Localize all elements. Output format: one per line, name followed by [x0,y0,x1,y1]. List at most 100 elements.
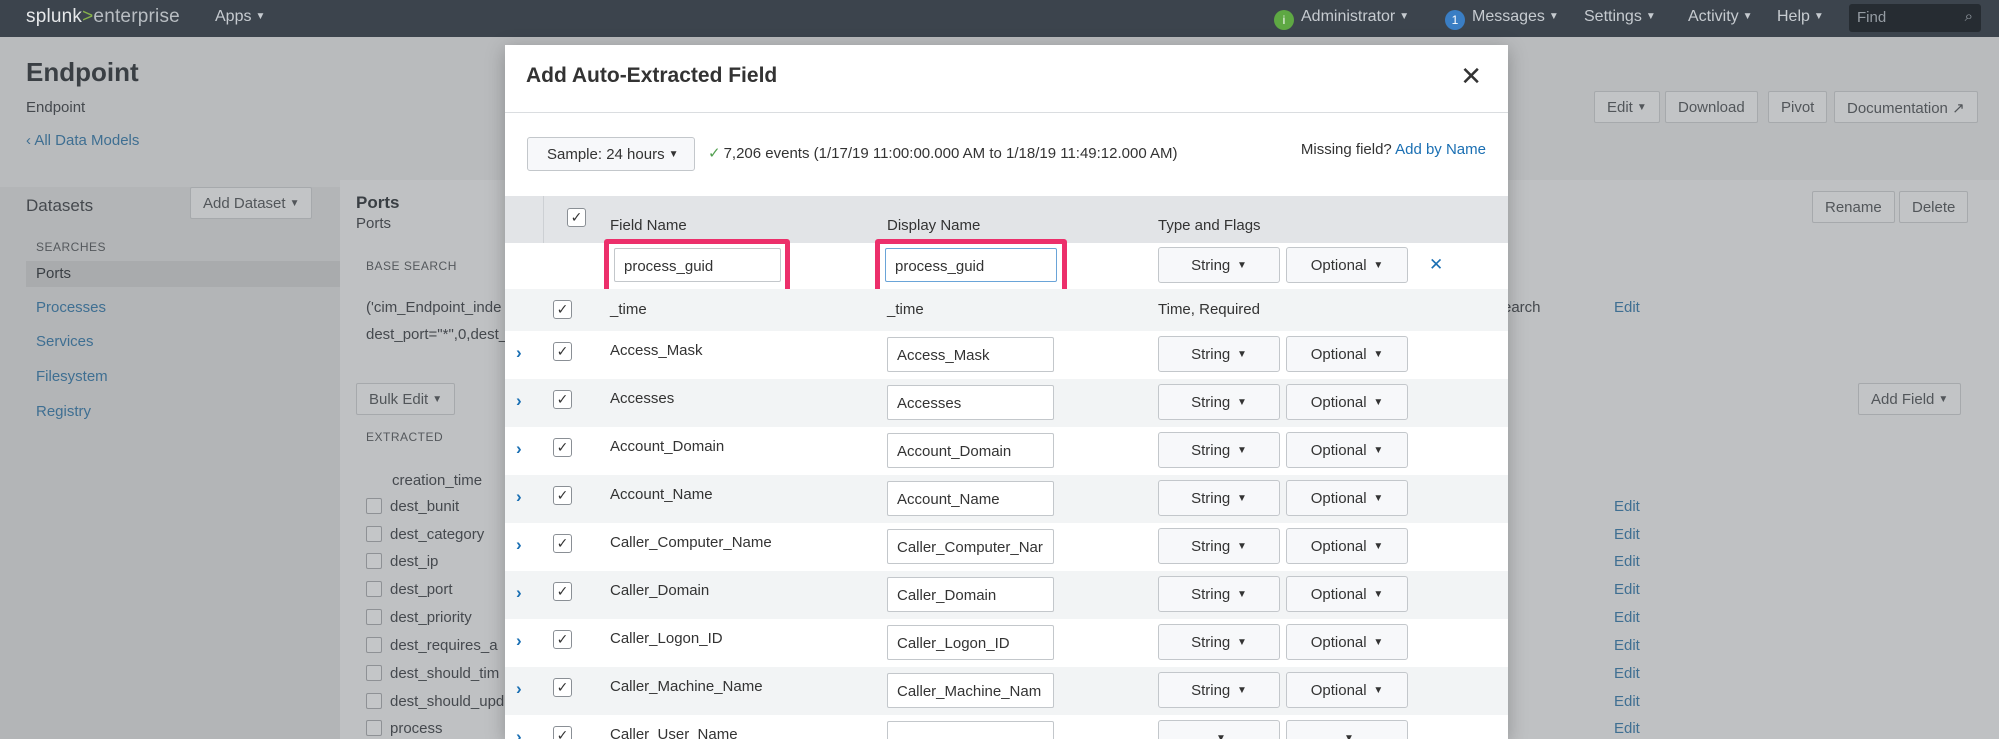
type-dropdown[interactable]: String ▼ [1158,336,1280,372]
sample-dropdown[interactable]: Sample: 24 hours ▼ [527,137,695,171]
display-name-input[interactable]: Accesses [887,385,1054,420]
time-field-checkbox[interactable]: ✓ [553,300,572,319]
type-dropdown[interactable]: String ▼ [1158,528,1280,564]
bg-field-row[interactable]: dest_ip [366,553,438,570]
bg-field-checkbox[interactable] [366,498,382,514]
type-dropdown[interactable]: String ▼ [1158,576,1280,612]
chevron-right-icon[interactable]: › [516,439,522,459]
flag-dropdown[interactable]: ▼ [1286,720,1408,739]
dataset-item-filesystem[interactable]: Filesystem [36,368,108,385]
bg-field-edit-link[interactable]: Edit [1614,526,1640,543]
edit-button[interactable]: Edit ▼ [1594,91,1660,123]
add-field-button[interactable]: Add Field ▼ [1858,383,1962,415]
bg-field-edit-link[interactable]: Edit [1614,581,1640,598]
rename-button[interactable]: Rename [1812,191,1895,223]
apps-menu[interactable]: Apps ▼ [215,8,265,26]
display-name-input[interactable]: Caller_Machine_Nam [887,673,1054,708]
row-checkbox[interactable]: ✓ [553,342,572,361]
flag-dropdown[interactable]: Optional ▼ [1286,528,1408,564]
bg-field-row[interactable]: dest_port [366,581,453,598]
bg-field-row[interactable]: process [366,720,443,737]
chevron-right-icon[interactable]: › [516,535,522,555]
bg-field-row[interactable]: dest_should_tim [366,665,499,682]
bg-field-row[interactable]: dest_should_upd [366,693,504,710]
flag-dropdown[interactable]: Optional ▼ [1286,336,1408,372]
dataset-item-registry[interactable]: Registry [36,403,91,420]
bg-field-edit-link[interactable]: Edit [1614,720,1640,737]
row-checkbox[interactable]: ✓ [553,630,572,649]
dataset-item-services[interactable]: Services [36,333,94,350]
row-checkbox[interactable]: ✓ [553,486,572,505]
messages-menu[interactable]: 1 Messages ▼ [1445,8,1559,30]
chevron-right-icon[interactable]: › [516,727,522,739]
bg-field-checkbox[interactable] [366,637,382,653]
bg-field-edit-link[interactable]: Edit [1614,665,1640,682]
bg-field-edit-link[interactable]: Edit [1614,637,1640,654]
chevron-right-icon[interactable]: › [516,391,522,411]
row-checkbox[interactable]: ✓ [553,390,572,409]
edit-search-link[interactable]: Edit [1614,299,1640,316]
row-checkbox[interactable]: ✓ [553,678,572,697]
back-link[interactable]: ‹ All Data Models [26,132,139,150]
flag-dropdown[interactable]: Optional ▼ [1286,384,1408,420]
bg-field-checkbox[interactable] [366,609,382,625]
bg-field-checkbox[interactable] [366,665,382,681]
chevron-right-icon[interactable]: › [516,631,522,651]
flag-dropdown[interactable]: Optional ▼ [1286,624,1408,660]
row-checkbox[interactable]: ✓ [553,438,572,457]
new-field-flag-dropdown[interactable]: Optional ▼ [1286,247,1408,283]
bulk-edit-button[interactable]: Bulk Edit ▼ [356,383,456,415]
row-checkbox[interactable]: ✓ [553,534,572,553]
type-dropdown[interactable]: String ▼ [1158,432,1280,468]
bg-field-edit-link[interactable]: Edit [1614,609,1640,626]
display-name-input[interactable]: Access_Mask [887,337,1054,372]
row-checkbox[interactable]: ✓ [553,582,572,601]
row-checkbox[interactable]: ✓ [553,726,572,739]
bg-field-row[interactable]: dest_requires_a [366,637,498,654]
bg-field-checkbox[interactable] [366,693,382,709]
help-menu[interactable]: Help ▼ [1777,8,1824,26]
type-dropdown[interactable]: String ▼ [1158,624,1280,660]
bg-field-checkbox[interactable] [366,720,382,736]
add-dataset-button[interactable]: Add Dataset ▼ [190,187,313,219]
chevron-right-icon[interactable]: › [516,679,522,699]
dataset-item-ports-selected[interactable] [26,261,340,287]
activity-menu[interactable]: Activity ▼ [1688,8,1753,26]
bg-field-checkbox[interactable] [366,526,382,542]
bg-field-row[interactable]: dest_category [366,526,484,543]
delete-button[interactable]: Delete [1899,191,1969,223]
settings-menu[interactable]: Settings ▼ [1584,8,1656,26]
bg-field-edit-link[interactable]: Edit [1614,498,1640,515]
display-name-input[interactable]: Caller_Computer_Nar [887,529,1054,564]
display-name-input[interactable]: Caller_Logon_ID [887,625,1054,660]
bg-field-row[interactable]: dest_priority [366,609,472,626]
download-button[interactable]: Download [1665,91,1758,123]
documentation-button[interactable]: Documentation ↗ [1834,91,1978,123]
add-by-name-link[interactable]: Add by Name [1395,141,1486,158]
flag-dropdown[interactable]: Optional ▼ [1286,480,1408,516]
flag-dropdown[interactable]: Optional ▼ [1286,576,1408,612]
type-dropdown[interactable]: String ▼ [1158,384,1280,420]
close-icon[interactable]: ✕ [1460,63,1482,89]
find-input[interactable]: Find ⌕ [1849,4,1981,32]
flag-dropdown[interactable]: Optional ▼ [1286,432,1408,468]
type-dropdown[interactable]: String ▼ [1158,672,1280,708]
chevron-right-icon[interactable]: › [516,487,522,507]
new-field-type-dropdown[interactable]: String ▼ [1158,247,1280,283]
bg-field-checkbox[interactable] [366,553,382,569]
new-field-name-input[interactable]: process_guid [614,248,781,282]
dataset-item-ports[interactable]: Ports [36,265,71,282]
type-dropdown[interactable]: ▼ [1158,720,1280,739]
flag-dropdown[interactable]: Optional ▼ [1286,672,1408,708]
chevron-right-icon[interactable]: › [516,343,522,363]
dataset-item-processes[interactable]: Processes [36,299,106,316]
display-name-input[interactable]: Account_Domain [887,433,1054,468]
administrator-menu[interactable]: i Administrator ▼ [1274,8,1409,30]
remove-new-field-icon[interactable]: ✕ [1429,255,1443,275]
select-all-checkbox[interactable]: ✓ [567,208,586,227]
pivot-button[interactable]: Pivot [1768,91,1828,123]
bg-field-checkbox[interactable] [366,581,382,597]
splunk-logo[interactable]: splunk>enterprise [26,6,180,28]
display-name-input[interactable]: Account_Name [887,481,1054,516]
display-name-input[interactable]: Caller_Domain [887,577,1054,612]
